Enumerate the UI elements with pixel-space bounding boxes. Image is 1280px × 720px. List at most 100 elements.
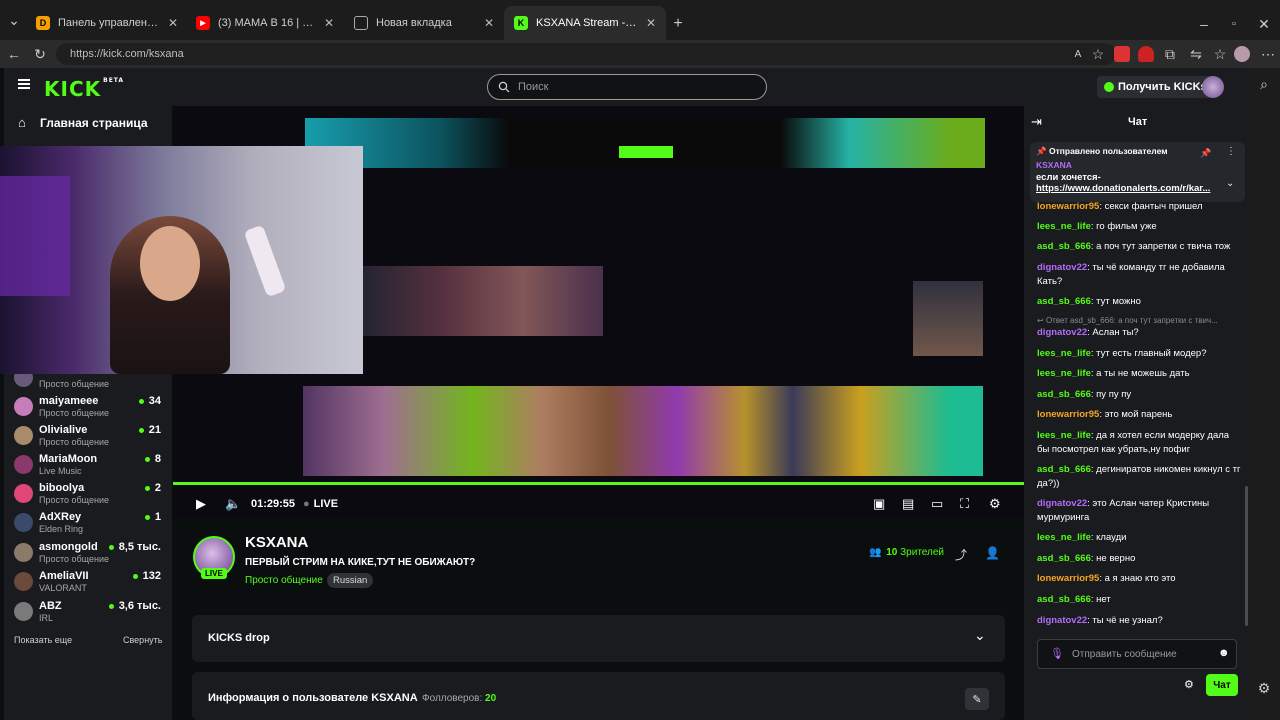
stream-language-tag[interactable]: Russian [327, 573, 374, 588]
viewers-icon: 👥 [869, 547, 882, 558]
pinned-link[interactable]: https://www.donationalerts.com/r/kar... [1036, 183, 1216, 194]
channel-name: Olivialive [39, 424, 88, 436]
user-avatar[interactable] [1202, 76, 1224, 98]
follow-user-icon[interactable]: 👤 [985, 546, 1000, 560]
theater-mode-icon[interactable]: ▭ [931, 496, 943, 512]
close-tab-icon[interactable]: ✕ [168, 16, 178, 30]
chat-username[interactable]: lees_ne_life [1037, 221, 1091, 232]
edit-pencil-icon[interactable]: ✎ [965, 688, 989, 710]
settings-gear-icon[interactable]: ⚙ [1254, 678, 1274, 698]
chat-text: : го фильм уже [1090, 221, 1157, 232]
chat-username[interactable]: lonewarrior95 [1037, 201, 1099, 212]
chevron-down-icon[interactable]: ⌄ [1226, 178, 1234, 189]
chat-username[interactable]: lonewarrior95 [1037, 573, 1099, 584]
collapse-link[interactable]: Свернуть [123, 635, 162, 645]
home-link[interactable]: Главная страница [40, 116, 148, 130]
sidebar-channel-olivialive[interactable]: Olivialive Просто общение 21 [14, 423, 164, 451]
emoji-icon[interactable]: ☻ [1218, 647, 1230, 659]
new-tab-plus-icon[interactable]: + [668, 14, 688, 34]
sidebar-channel-abz[interactable]: ABZ IRL 3,6 тыс. [14, 599, 164, 627]
microphone-icon: 🎙 [1050, 648, 1064, 660]
pip-icon[interactable]: ▣ [873, 496, 885, 512]
close-tab-icon[interactable]: ✕ [484, 16, 494, 30]
viewer-count: 3,6 тыс. [109, 600, 161, 612]
more-options-icon[interactable]: ⋮ [1226, 146, 1236, 157]
chat-username[interactable]: lees_ne_life [1037, 430, 1091, 441]
stream-category-link[interactable]: Просто общение [245, 575, 323, 586]
chat-username[interactable]: dignatov22 [1037, 498, 1087, 509]
read-aloud-icon[interactable]: A [1068, 44, 1088, 64]
volume-icon[interactable]: 🔈 [225, 496, 241, 512]
unpin-icon[interactable]: 📌 [1200, 148, 1211, 159]
close-tab-icon[interactable]: ✕ [324, 16, 334, 30]
chat-username[interactable]: dignatov22 [1037, 327, 1087, 338]
chevron-down-icon[interactable]: ⌄ [974, 627, 986, 644]
sidebar-channel-mariamoon[interactable]: MariaMoon Live Music 8 [14, 452, 164, 480]
tab-list-icon[interactable]: ⌄ [4, 10, 24, 30]
browser-tab-youtube[interactable]: ▶ (3) МАМА В 16 | 5 СЕЗОН, 4 ВЫП ✕ [186, 6, 344, 40]
chat-text: : не верно [1090, 553, 1136, 564]
hamburger-menu-icon[interactable] [18, 79, 30, 89]
channel-avatar [14, 397, 33, 416]
chat-username[interactable]: asd_sb_666 [1037, 296, 1091, 307]
chat-text: : тут можно [1090, 296, 1141, 307]
back-arrow-icon[interactable]: ← [4, 44, 24, 64]
favorite-star-icon[interactable]: ☆ [1088, 44, 1108, 64]
chat-message-input[interactable]: 🎙 Отправить сообщение ☻ [1037, 639, 1237, 669]
minimize-window-icon[interactable]: – [1194, 14, 1214, 34]
play-icon[interactable]: ▶ [196, 496, 206, 512]
share-icon[interactable]: ⤴ [955, 546, 967, 563]
sidebar-channel-adxrey[interactable]: AdXRey Elden Ring 1 [14, 510, 164, 538]
sidebar-channel-asmongold[interactable]: asmongold Просто общение 8,5 тыс. [14, 540, 164, 568]
channel-avatar [14, 455, 33, 474]
chat-send-button[interactable]: Чат [1206, 674, 1238, 696]
sidebar-channel-ameliavii[interactable]: AmeliaVII VALORANT 132 [14, 569, 164, 597]
chat-settings-gear-icon[interactable]: ⚙ [1184, 678, 1194, 691]
chat-username[interactable]: asd_sb_666 [1037, 553, 1091, 564]
extensions-puzzle-icon[interactable]: ⧉ [1160, 44, 1180, 64]
chat-username[interactable]: dignatov22 [1037, 262, 1087, 273]
chat-username[interactable]: lees_ne_life [1037, 368, 1091, 379]
sidebar-channel-maiyameee[interactable]: maiyameee Просто общение 34 [14, 394, 164, 422]
chat-username[interactable]: lonewarrior95 [1037, 409, 1099, 420]
split-screen-icon[interactable]: ⇋ [1186, 44, 1206, 64]
home-icon[interactable]: ⌂ [18, 115, 26, 130]
close-window-icon[interactable]: ✕ [1254, 14, 1274, 34]
chat-scrollbar[interactable] [1245, 486, 1248, 626]
browser-tab-kick[interactable]: K KSXANA Stream - Watch Live on K ✕ [504, 6, 666, 40]
chat-username[interactable]: asd_sb_666 [1037, 241, 1091, 252]
progress-bar[interactable] [173, 482, 1024, 485]
chat-username[interactable]: lees_ne_life [1037, 348, 1091, 359]
collections-icon[interactable]: ☆ [1210, 44, 1230, 64]
maximize-window-icon[interactable]: ▫ [1224, 14, 1244, 34]
chat-username[interactable]: asd_sb_666 [1037, 464, 1091, 475]
player-controls: ▶ 🔈 01:29:55 ● LIVE ▣ ▤ ▭ ⛶ ⚙ [173, 480, 1024, 518]
reload-icon[interactable]: ↻ [30, 44, 50, 64]
shield-extension-icon[interactable] [1138, 46, 1154, 62]
settings-gear-icon[interactable]: ⚙ [989, 496, 1001, 512]
clip-icon[interactable]: ▤ [902, 496, 914, 512]
chat-username[interactable]: asd_sb_666 [1037, 594, 1091, 605]
fullscreen-icon[interactable]: ⛶ [960, 496, 969, 512]
chat-username[interactable]: asd_sb_666 [1037, 389, 1091, 400]
browser-menu-icon[interactable]: ⋯ [1258, 44, 1278, 64]
kick-logo[interactable]: KICK BETA [44, 77, 124, 101]
chat-username[interactable]: dignatov22 [1037, 615, 1087, 626]
kicks-drop-card[interactable]: KICKS drop ⌄ [192, 615, 1005, 662]
collapse-chat-icon[interactable]: ⇥ [1031, 114, 1042, 130]
viewer-count: 8,5 тыс. [109, 541, 161, 553]
search-icon[interactable]: ⌕ [1254, 74, 1274, 94]
chat-username[interactable]: lees_ne_life [1037, 532, 1091, 543]
browser-tab-donationalerts[interactable]: D Панель управления - DonationAle ✕ [26, 6, 188, 40]
profile-avatar[interactable] [1234, 46, 1250, 62]
close-tab-icon[interactable]: ✕ [646, 16, 656, 30]
url-input[interactable]: https://kick.com/ksxana [56, 43, 1116, 65]
browser-tab-new[interactable]: Новая вкладка ✕ [344, 6, 504, 40]
stream-time: 01:29:55 [251, 498, 296, 510]
extension-red-icon[interactable] [1114, 46, 1130, 62]
streamer-name[interactable]: KSXANA [245, 534, 308, 551]
sidebar-channel-biboolya[interactable]: biboolya Просто общение 2 [14, 481, 164, 509]
get-kicks-button[interactable]: Получить KICKs [1097, 76, 1214, 98]
search-input[interactable]: Поиск [487, 74, 767, 100]
show-more-link[interactable]: Показать еще [14, 635, 72, 645]
